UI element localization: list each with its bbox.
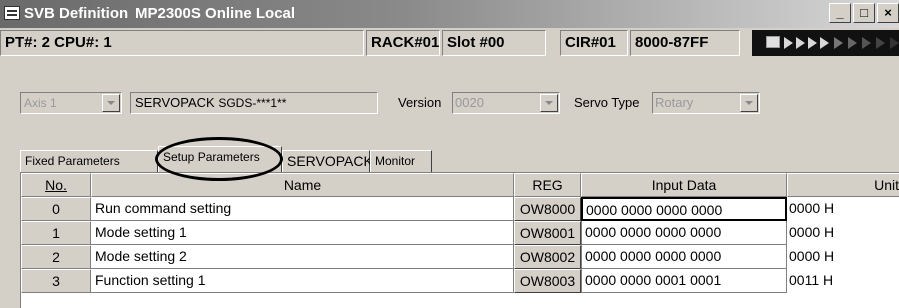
parameter-name: Mode setting 1 (91, 221, 514, 245)
info-bar: PT#: 2 CPU#: 1 RACK#01 Slot #00 CIR#01 8… (0, 28, 899, 58)
monitor-icon (766, 36, 780, 48)
svb-definition-window: SVB Definition MP2300S Online Local _ □ … (0, 0, 899, 308)
rack-field: RACK#01 (366, 30, 440, 56)
title-bar[interactable]: SVB Definition MP2300S Online Local _ □ … (0, 0, 899, 28)
pt-cpu-field: PT#: 2 CPU#: 1 (0, 30, 364, 56)
table-row[interactable]: 2 Mode setting 2 OW8002 0000 0000 0000 0… (21, 245, 899, 269)
table-row[interactable]: 1 Mode setting 1 OW8001 0000 0000 0000 0… (21, 221, 899, 245)
close-button[interactable]: × (877, 3, 899, 23)
arrow-icon (848, 37, 857, 49)
header-no[interactable]: No. (21, 173, 91, 197)
servopack-model-field: SERVOPACK SGDS-***1** (130, 92, 378, 114)
arrow-icon (784, 37, 793, 49)
servo-type-value: Rotary (655, 95, 694, 110)
input-data-cell[interactable]: 0000 0000 0001 0001 (581, 269, 787, 293)
parameter-table: No. Name REG Input Data Unit 0 Run comma… (20, 172, 899, 308)
row-number: 3 (21, 269, 91, 293)
arrow-icon (862, 37, 871, 49)
chevron-down-icon[interactable] (540, 94, 558, 112)
arrow-icon (890, 37, 899, 49)
chevron-down-icon[interactable] (102, 94, 120, 112)
parameter-name: Function setting 1 (91, 269, 514, 293)
arrow-icon (834, 37, 843, 49)
row-number: 2 (21, 245, 91, 269)
unit-cell: 0011 H (789, 272, 834, 288)
register-button[interactable]: OW8001 (514, 221, 581, 245)
arrow-icon (820, 37, 829, 49)
axis-select-value: Axis 1 (24, 96, 57, 110)
cir-field: CIR#01 (560, 30, 628, 56)
unit-cell: 0000 H (789, 248, 835, 264)
tab-setup-parameters[interactable]: Setup Parameters (158, 146, 282, 172)
version-value: 0020 (455, 95, 484, 110)
arrow-icon (876, 37, 885, 49)
tab-fixed-parameters[interactable]: Fixed Parameters (20, 150, 158, 172)
register-button[interactable]: OW8002 (514, 245, 581, 269)
servo-type-label: Servo Type (574, 95, 640, 110)
parameter-name: Mode setting 2 (91, 245, 514, 269)
servopack-model: SGDS-***1** (218, 96, 287, 110)
maximize-button[interactable]: □ (853, 3, 875, 23)
tab-monitor[interactable]: Monitor (370, 150, 432, 172)
arrow-icon (796, 37, 805, 49)
table-header: No. Name REG Input Data Unit (21, 173, 899, 197)
header-input-data[interactable]: Input Data (581, 173, 787, 197)
header-name[interactable]: Name (91, 173, 514, 197)
input-data-cell[interactable]: 0000 0000 0000 0000 (581, 197, 787, 221)
unit-cell: 0000 H (789, 224, 835, 240)
version-label: Version (398, 95, 442, 110)
arrow-icon (808, 37, 817, 49)
minimize-button[interactable]: _ (829, 3, 851, 23)
parameter-name: Run command setting (91, 197, 514, 221)
window-title: SVB Definition (24, 5, 129, 22)
register-button[interactable]: OW8003 (514, 269, 581, 293)
address-range-field: 8000-87FF (630, 30, 740, 56)
axis-select[interactable]: Axis 1 (20, 92, 122, 114)
unit-cell: 0000 H (789, 200, 835, 216)
header-reg[interactable]: REG (514, 173, 581, 197)
input-data-cell[interactable]: 0000 0000 0000 0000 (581, 221, 787, 245)
register-button[interactable]: OW8000 (514, 197, 581, 221)
header-unit[interactable]: Unit (787, 173, 899, 197)
communication-status-indicator (752, 30, 899, 56)
input-data-cell[interactable]: 0000 0000 0000 0000 (581, 245, 787, 269)
window-subtitle: MP2300S Online Local (135, 5, 296, 22)
row-number: 1 (21, 221, 91, 245)
tab-servopack[interactable]: SERVOPACK (282, 150, 373, 172)
servopack-label: SERVOPACK (135, 95, 215, 110)
window-icon[interactable] (4, 6, 20, 20)
chevron-down-icon[interactable] (740, 94, 758, 112)
table-row[interactable]: 0 Run command setting OW8000 0000 0000 0… (21, 197, 899, 221)
version-select[interactable]: 0020 (452, 92, 560, 114)
slot-field: Slot #00 (442, 30, 546, 56)
row-number: 0 (21, 197, 91, 221)
servo-type-select[interactable]: Rotary (652, 92, 760, 114)
table-row[interactable]: 3 Function setting 1 OW8003 0000 0000 00… (21, 269, 899, 293)
definition-panel: Axis 1 SERVOPACK SGDS-***1** Version 002… (0, 62, 899, 308)
